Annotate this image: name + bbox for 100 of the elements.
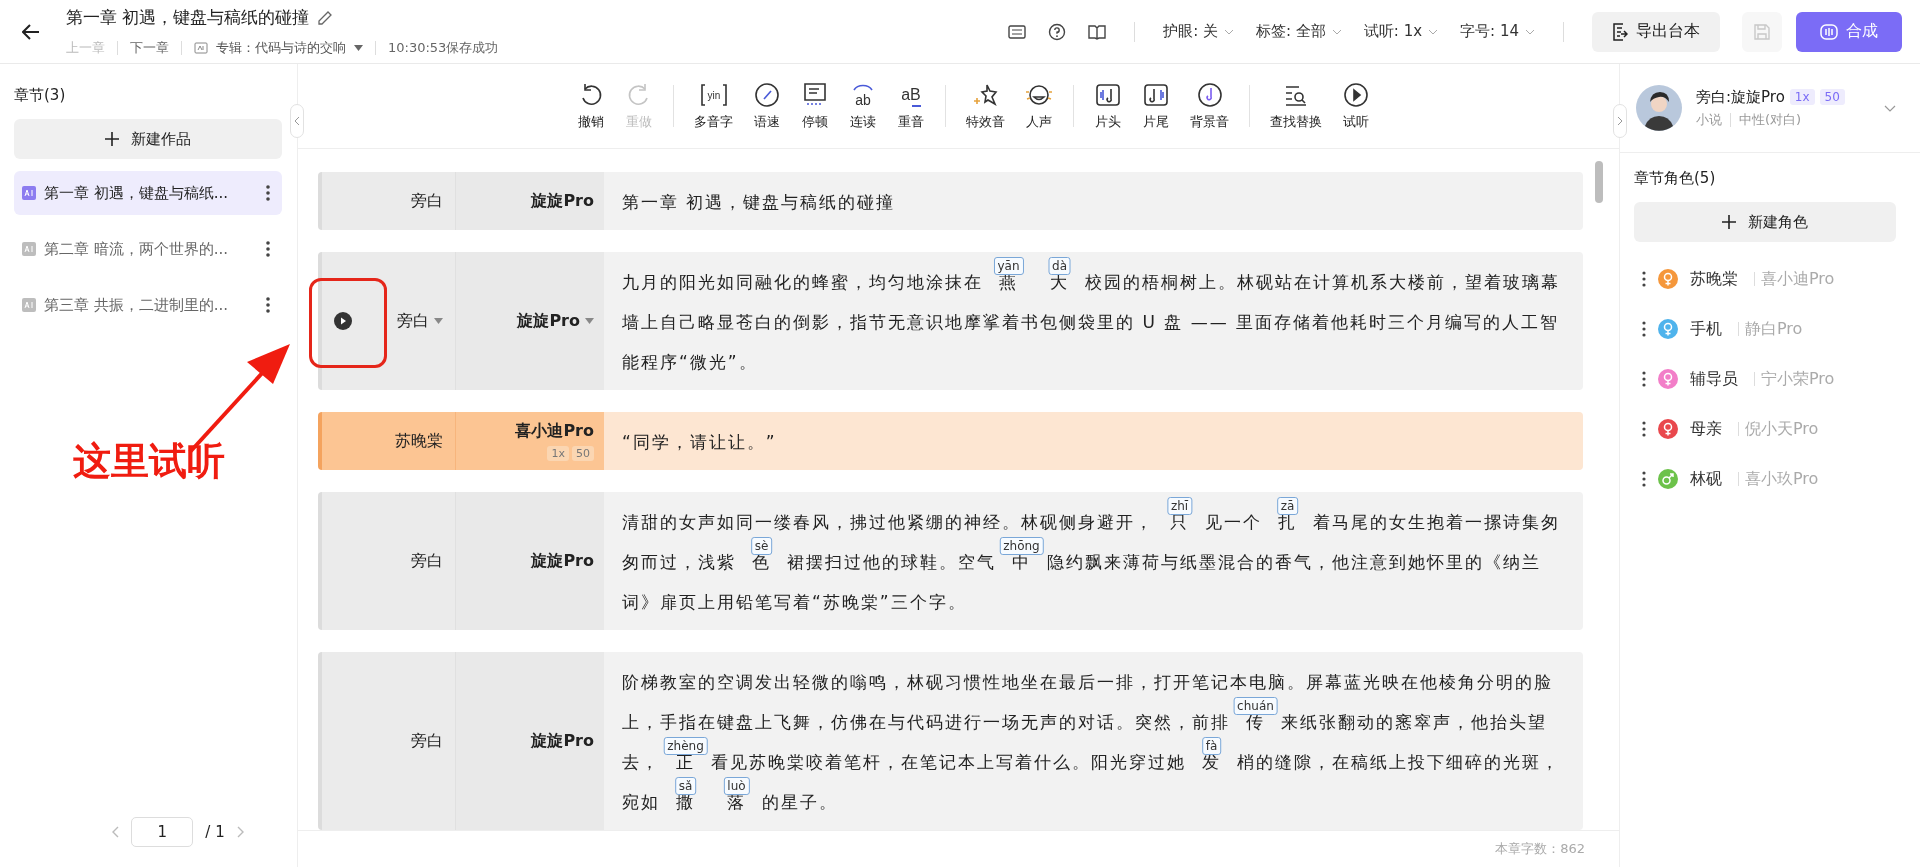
- pinyin-tag[interactable]: zhī: [1166, 497, 1193, 515]
- more-icon[interactable]: [266, 297, 270, 313]
- pinyin-tag[interactable]: zhèng: [663, 737, 708, 755]
- toolbar-button[interactable]: yin 多音字: [694, 81, 733, 131]
- pinyin-tag[interactable]: chuán: [1233, 697, 1278, 715]
- export-document-icon: [1612, 22, 1628, 41]
- voice-tag: 50: [1819, 89, 1845, 105]
- sidebar-heading: 章节(3): [14, 86, 67, 105]
- collapse-left-handle[interactable]: [290, 104, 304, 138]
- header-dropdown[interactable]: 试听: 1x: [1363, 22, 1423, 41]
- toolbar-button[interactable]: 人声: [1025, 81, 1053, 131]
- toolbar-button[interactable]: 语速: [753, 81, 781, 131]
- toolbar-button[interactable]: 背景音: [1190, 81, 1229, 131]
- voice-tag: 1x: [1789, 89, 1815, 105]
- role-voice: 倪小天Pro: [1745, 418, 1819, 440]
- pinyin-tag[interactable]: sè: [750, 537, 773, 555]
- chapter-item[interactable]: 第二章 暗流，两个世界的...: [14, 227, 282, 271]
- voice-selector[interactable]: 旋旋Pro: [517, 310, 580, 332]
- chapter-title: 第一章 初遇，键盘与稿纸的碰撞: [66, 6, 310, 29]
- toolbar-button[interactable]: ab 连读: [849, 81, 877, 131]
- save-icon: [1754, 23, 1770, 40]
- more-icon[interactable]: [266, 241, 270, 257]
- pinyin-tag[interactable]: sǎ: [674, 777, 697, 795]
- chapter-item[interactable]: 第一章 初遇，键盘与稿纸...: [14, 171, 282, 215]
- speaker-selector[interactable]: 苏晚棠: [395, 430, 443, 452]
- drag-handle-icon[interactable]: [1642, 421, 1646, 437]
- drag-handle-icon[interactable]: [1642, 321, 1646, 337]
- play-icon[interactable]: [334, 312, 352, 330]
- ai-document-icon: [22, 298, 36, 312]
- caret-icon[interactable]: [585, 318, 594, 324]
- pinyin-tag[interactable]: yān: [993, 257, 1024, 275]
- chapter-item[interactable]: 第三章 共振，二进制里的...: [14, 283, 282, 327]
- role-name[interactable]: 辅导员: [1690, 368, 1738, 390]
- voice-selector[interactable]: 喜小迪Pro: [515, 421, 594, 442]
- pinyin-tag[interactable]: luò: [723, 777, 750, 795]
- drag-handle-icon[interactable]: [1642, 271, 1646, 287]
- caret-icon[interactable]: [434, 318, 443, 324]
- help-icon[interactable]: [1048, 22, 1067, 41]
- edit-icon[interactable]: [317, 9, 334, 26]
- toolbar-button[interactable]: 停顿: [801, 81, 829, 131]
- back-icon[interactable]: [22, 23, 40, 40]
- header-dropdown[interactable]: 字号: 14: [1460, 22, 1519, 41]
- new-role-button[interactable]: 新建角色: [1634, 202, 1896, 242]
- chevron-down-icon[interactable]: [1884, 104, 1896, 112]
- voice-selector[interactable]: 旋旋Pro: [531, 550, 594, 572]
- plus-icon: [105, 132, 119, 146]
- voice-selector[interactable]: 旋旋Pro: [531, 190, 594, 212]
- speaker-selector[interactable]: 旁白: [411, 550, 443, 572]
- export-script-button[interactable]: 导出台本: [1592, 11, 1720, 52]
- album-selector[interactable]: 专辑：代码与诗的交响: [216, 39, 346, 57]
- ai-document-icon: [22, 186, 36, 200]
- narrator-name: 旁白:旋旋Pro: [1696, 87, 1785, 107]
- drag-handle-icon[interactable]: [1642, 471, 1646, 487]
- header-dropdown[interactable]: 标签: 全部: [1256, 22, 1326, 41]
- more-icon[interactable]: [266, 185, 270, 201]
- drag-handle-icon[interactable]: [1642, 371, 1646, 387]
- header-dropdown[interactable]: 护眼: 关: [1163, 22, 1218, 41]
- collapse-right-handle[interactable]: [1613, 104, 1627, 138]
- voice-selector[interactable]: 旋旋Pro: [531, 730, 594, 752]
- page-input[interactable]: 1: [131, 817, 194, 847]
- toolbar-button[interactable]: 试听: [1342, 81, 1370, 131]
- pinyin-tag[interactable]: zhōng: [999, 537, 1044, 555]
- role-voice: 静白Pro: [1745, 318, 1803, 340]
- caret-icon[interactable]: [354, 45, 363, 51]
- toolbar-button[interactable]: 片尾: [1142, 81, 1170, 131]
- toolbar-button[interactable]: aB 重音: [897, 81, 925, 131]
- role-name[interactable]: 苏晚棠: [1690, 268, 1738, 290]
- waveform-icon: [1820, 23, 1838, 40]
- roles-heading: 章节角色(5): [1634, 169, 1717, 188]
- chevron-left-icon: [294, 116, 300, 126]
- pinyin-tag[interactable]: zā: [1276, 497, 1299, 515]
- album-icon: [194, 42, 208, 54]
- speaker-selector[interactable]: 旁白: [411, 190, 443, 212]
- toolbar-button[interactable]: 片头: [1094, 81, 1122, 131]
- toolbar-button[interactable]: 特效音: [966, 81, 1005, 131]
- ai-document-icon: [22, 242, 36, 256]
- chapter-nav-link[interactable]: 下一章: [130, 39, 169, 57]
- scrollbar-thumb[interactable]: [1595, 161, 1603, 203]
- book-icon[interactable]: [1088, 23, 1107, 40]
- role-name[interactable]: 母亲: [1690, 418, 1722, 440]
- toolbar-button[interactable]: 撤销: [577, 81, 605, 131]
- speaker-selector[interactable]: 旁白: [411, 730, 443, 752]
- role-voice: 喜小迪Pro: [1761, 268, 1835, 290]
- annotation-text: 这里试听: [73, 438, 225, 485]
- page-total: / 1: [205, 823, 225, 841]
- pinyin-tag[interactable]: fà: [1201, 737, 1222, 755]
- speaker-selector[interactable]: 旁白: [397, 310, 429, 332]
- keyboard-icon[interactable]: [1008, 24, 1027, 39]
- synthesize-button[interactable]: 合成: [1796, 11, 1902, 52]
- chevron-right-icon: [1617, 116, 1623, 126]
- save-status: 10:30:53保存成功: [388, 39, 499, 57]
- voice-category: 小说: [1696, 110, 1722, 129]
- voice-style: 中性(对白): [1739, 110, 1802, 129]
- toolbar-button[interactable]: 查找替换: [1270, 81, 1322, 131]
- new-work-button[interactable]: 新建作品: [14, 119, 282, 159]
- role-name[interactable]: 林砚: [1690, 468, 1722, 490]
- role-name[interactable]: 手机: [1690, 318, 1722, 340]
- word-count: 本章字数：862: [1495, 840, 1585, 858]
- pinyin-tag[interactable]: dà: [1048, 257, 1071, 275]
- plus-icon: [1722, 215, 1736, 229]
